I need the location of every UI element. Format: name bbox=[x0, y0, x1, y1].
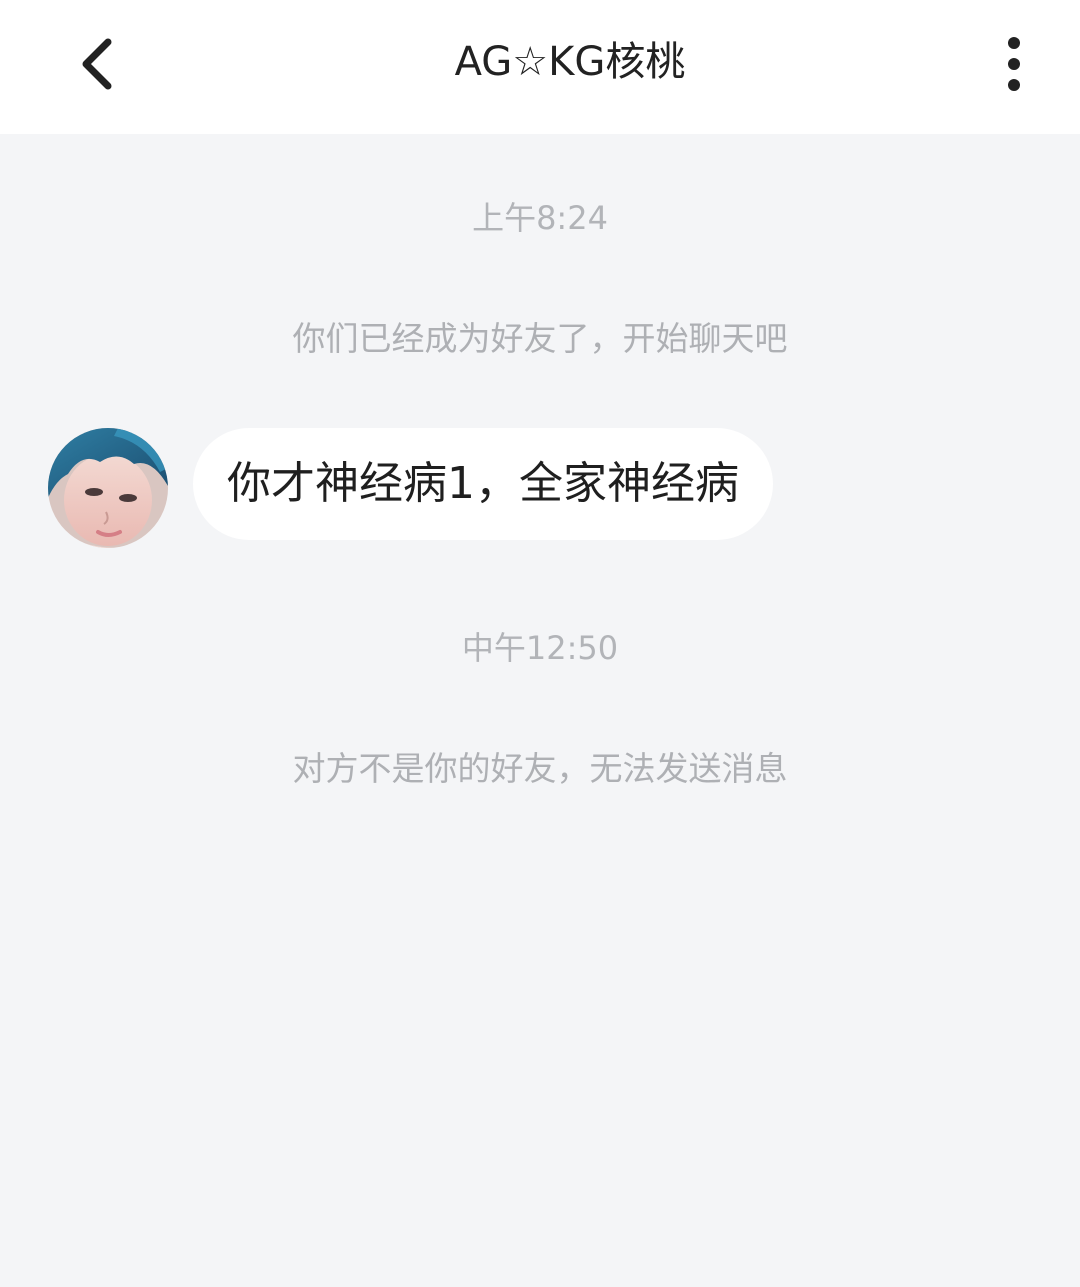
more-vertical-icon bbox=[1008, 37, 1020, 91]
avatar-image bbox=[48, 428, 168, 548]
top-bar: AG☆KG核桃 bbox=[0, 0, 1080, 134]
contact-avatar[interactable] bbox=[48, 428, 168, 548]
message-timestamp: 上午8:24 bbox=[472, 199, 608, 237]
chat-title: AG☆KG核桃 bbox=[454, 39, 686, 85]
system-notice: 对方不是你的好友，无法发送消息 bbox=[292, 749, 788, 788]
more-options-button[interactable] bbox=[990, 32, 1040, 96]
message-timestamp: 中午12:50 bbox=[461, 629, 619, 667]
message-bubble[interactable]: 你才神经病1，全家神经病 bbox=[193, 428, 773, 540]
system-notice: 你们已经成为好友了，开始聊天吧 bbox=[292, 319, 788, 358]
message-list[interactable]: 上午8:24 你们已经成为好友了，开始聊天吧 你才神经病1，全家神经病 中午12… bbox=[0, 134, 1080, 1287]
